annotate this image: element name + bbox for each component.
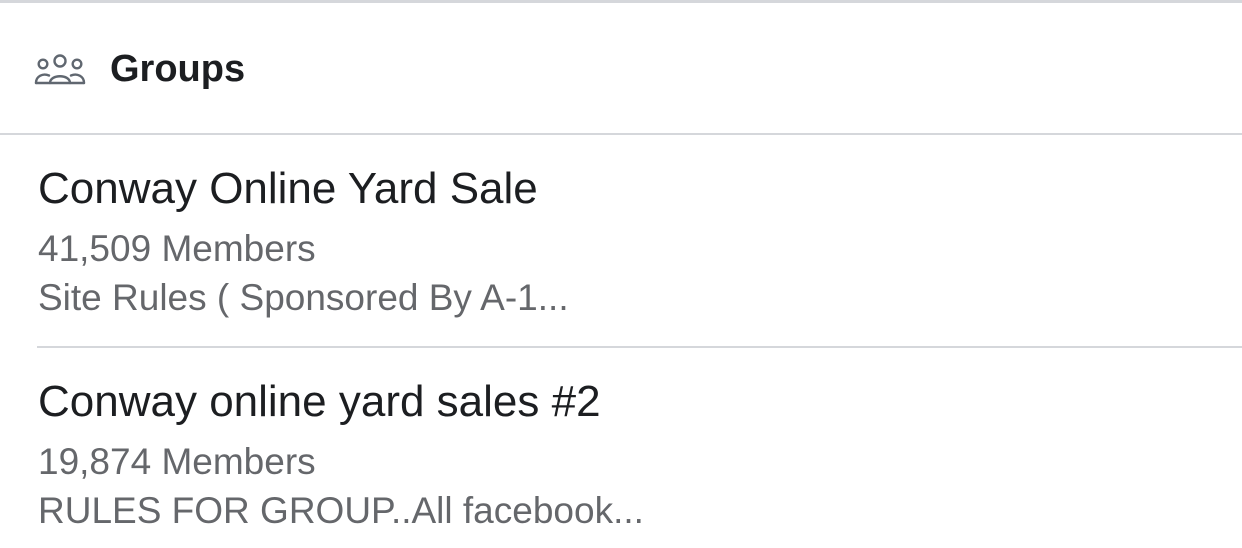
group-result-item[interactable]: Conway Online Yard Sale 41,509 Members S… [0,135,1242,346]
group-name: Conway online yard sales #2 [38,377,601,426]
group-result-item[interactable]: Conway online yard sales #2 19,874 Membe… [0,348,1242,548]
group-member-count: 41,509 Members [38,228,316,269]
group-description: RULES FOR GROUP..All facebook... [38,490,644,531]
section-title: Groups [110,48,246,90]
groups-section-header: Groups [0,3,1242,133]
groups-search-results: Groups Conway Online Yard Sale 41,509 Me… [0,0,1242,548]
group-name: Conway Online Yard Sale [38,164,538,213]
groups-icon [34,51,86,89]
group-description: Site Rules ( Sponsored By A-1... [38,277,569,318]
group-member-count: 19,874 Members [38,441,316,482]
